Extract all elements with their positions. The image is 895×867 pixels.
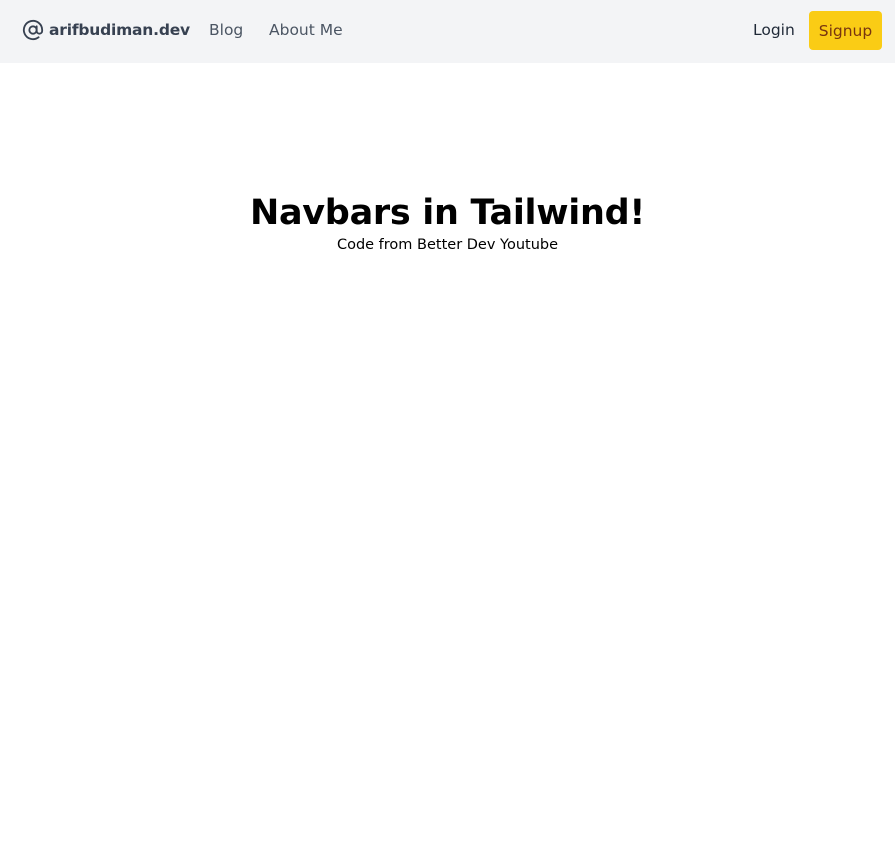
navbar: arifbudiman.dev Blog About Me Login Sign… bbox=[0, 0, 895, 63]
signup-button[interactable]: Signup bbox=[809, 11, 882, 50]
page-title: Navbars in Tailwind! bbox=[249, 193, 645, 233]
nav-link-about-me[interactable]: About Me bbox=[269, 21, 343, 39]
page-subtitle: Code from Better Dev Youtube bbox=[336, 237, 559, 253]
nav-link-blog[interactable]: Blog bbox=[209, 21, 243, 39]
brand-name: arifbudiman.dev bbox=[49, 21, 190, 39]
hero-section: Navbars in Tailwind! Code from Better De… bbox=[0, 190, 895, 254]
login-link[interactable]: Login bbox=[753, 21, 795, 39]
at-sign-icon bbox=[22, 19, 44, 41]
brand-link[interactable]: arifbudiman.dev bbox=[22, 19, 190, 41]
